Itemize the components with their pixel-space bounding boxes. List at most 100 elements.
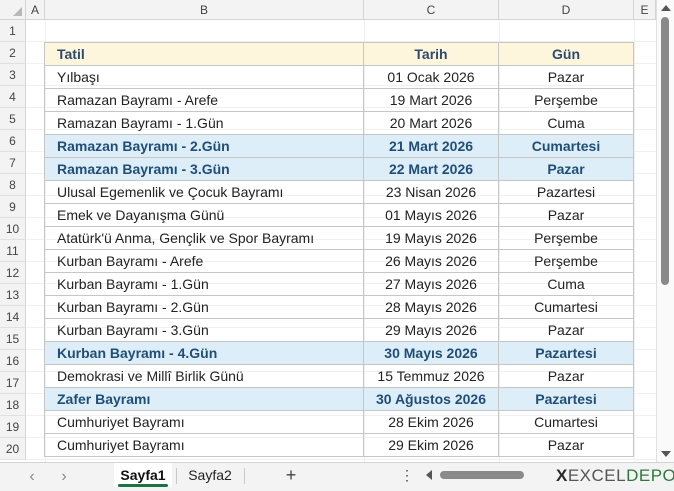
cell-gun[interactable]: Perşembe [498, 88, 634, 112]
row-header[interactable]: 14 [0, 306, 26, 328]
table-row: Ramazan Bayramı - Arefe 19 Mart 2026 Perşe… [44, 88, 634, 112]
cell-tarih[interactable]: 19 Mayıs 2026 [363, 226, 499, 250]
row-header[interactable]: 17 [0, 372, 26, 394]
row-header[interactable]: 1 [0, 20, 26, 42]
cell-tarih[interactable]: 30 Ağustos 2026 [363, 387, 499, 411]
cell-tarih[interactable]: 28 Ekim 2026 [363, 410, 499, 434]
row-header[interactable]: 5 [0, 108, 26, 130]
logo-x: X [556, 466, 568, 485]
row-header[interactable]: 3 [0, 64, 26, 86]
prev-sheet-icon[interactable]: ‹ [22, 467, 42, 487]
row-header[interactable]: 8 [0, 174, 26, 196]
cell-tarih[interactable]: 29 Mayıs 2026 [363, 318, 499, 342]
row-header[interactable]: 13 [0, 284, 26, 306]
cell-gun[interactable]: Pazar [498, 65, 634, 89]
cell-tatil[interactable]: Kurban Bayramı - 4.Gün [44, 341, 364, 365]
table-row: Kurban Bayramı - Arefe 26 Mayıs 2026 Perşe… [44, 249, 634, 273]
cell-gun[interactable]: Cumartesi [498, 134, 634, 158]
cell-tatil[interactable]: Ramazan Bayramı - 3.Gün [44, 157, 364, 181]
cell-gun[interactable]: Pazartesi [498, 387, 634, 411]
more-options-icon[interactable]: ⋮ [400, 465, 414, 485]
cell-tarih[interactable]: 01 Mayıs 2026 [363, 203, 499, 227]
cell-tarih[interactable]: 27 Mayıs 2026 [363, 272, 499, 296]
cell-tatil[interactable]: Atatürk'ü Anma, Gençlik ve Spor Bayramı [44, 226, 364, 250]
column-header-a[interactable]: A [26, 0, 45, 20]
cell-gun[interactable]: Pazar [498, 203, 634, 227]
cell-tarih[interactable]: 23 Nisan 2026 [363, 180, 499, 204]
cell-tarih[interactable]: 28 Mayıs 2026 [363, 295, 499, 319]
vertical-scrollbar[interactable] [656, 0, 674, 462]
next-sheet-icon[interactable]: › [54, 467, 74, 487]
cell-gun[interactable]: Perşembe [498, 249, 634, 273]
vertical-scroll-thumb[interactable] [661, 17, 669, 285]
logo-excel: EXCEL [567, 466, 627, 485]
logo-depo: DEPO [626, 466, 674, 485]
cell-gun[interactable]: Pazar [498, 364, 634, 388]
column-header-b[interactable]: B [45, 0, 364, 20]
row-header[interactable]: 10 [0, 218, 26, 240]
row-header[interactable]: 20 [0, 438, 26, 460]
cell-tatil[interactable]: Ramazan Bayramı - Arefe [44, 88, 364, 112]
row-header[interactable]: 12 [0, 262, 26, 284]
cell-gun[interactable]: Cuma [498, 272, 634, 296]
cell-gun[interactable]: Perşembe [498, 226, 634, 250]
scroll-down-icon[interactable] [661, 451, 671, 457]
scroll-up-icon[interactable] [661, 5, 671, 11]
cell-gun[interactable]: Cumartesi [498, 295, 634, 319]
cell-gun[interactable]: Pazar [498, 157, 634, 181]
cell-tatil[interactable]: Ulusal Egemenlik ve Çocuk Bayramı [44, 180, 364, 204]
cell-tatil[interactable]: Yılbaşı [44, 65, 364, 89]
header-cell-gun[interactable]: Gün [498, 42, 634, 66]
cell-tatil[interactable]: Zafer Bayramı [44, 387, 364, 411]
cell-tarih[interactable]: 26 Mayıs 2026 [363, 249, 499, 273]
cell-tatil[interactable]: Cumhuriyet Bayramı [44, 410, 364, 434]
row-header[interactable]: 15 [0, 328, 26, 350]
cell-tatil[interactable]: Emek ve Dayanışma Günü [44, 203, 364, 227]
table-row: Kurban Bayramı - 4.Gün 30 Mayıs 2026 Pazar… [44, 341, 634, 365]
cell-tatil[interactable]: Ramazan Bayramı - 2.Gün [44, 134, 364, 158]
cell-gun[interactable]: Pazar [498, 318, 634, 342]
cell-tarih[interactable]: 15 Temmuz 2026 [363, 364, 499, 388]
header-cell-tatil[interactable]: Tatil [44, 42, 364, 66]
cell-tatil[interactable]: Demokrasi ve Millî Birlik Günü [44, 364, 364, 388]
header-cell-tarih[interactable]: Tarih [363, 42, 499, 66]
column-header-d[interactable]: D [499, 0, 634, 20]
table-row: Emek ve Dayanışma Günü 01 Mayıs 2026 Pazar [44, 203, 634, 227]
row-header[interactable]: 4 [0, 86, 26, 108]
cell-tatil[interactable]: Ramazan Bayramı - 1.Gün [44, 111, 364, 135]
row-header[interactable]: 18 [0, 394, 26, 416]
cell-tarih[interactable]: 30 Mayıs 2026 [363, 341, 499, 365]
cell-tatil[interactable]: Cumhuriyet Bayramı [44, 433, 364, 457]
row-header[interactable]: 16 [0, 350, 26, 372]
cell-gun[interactable]: Pazartesi [498, 341, 634, 365]
cell-tarih[interactable]: 22 Mart 2026 [363, 157, 499, 181]
add-sheet-icon[interactable]: + [281, 465, 301, 485]
column-header-e[interactable]: E [634, 0, 656, 20]
row-header[interactable]: 11 [0, 240, 26, 262]
select-all-corner[interactable] [0, 0, 26, 20]
row-header[interactable]: 7 [0, 152, 26, 174]
row-header[interactable]: 19 [0, 416, 26, 438]
cell-tatil[interactable]: Kurban Bayramı - 3.Gün [44, 318, 364, 342]
cell-tarih[interactable]: 21 Mart 2026 [363, 134, 499, 158]
cell-gun[interactable]: Cumartesi [498, 410, 634, 434]
cell-tatil[interactable]: Kurban Bayramı - 1.Gün [44, 272, 364, 296]
row-header[interactable]: 9 [0, 196, 26, 218]
row-header[interactable]: 2 [0, 42, 26, 64]
cell-tatil[interactable]: Kurban Bayramı - 2.Gün [44, 295, 364, 319]
cell-gun[interactable]: Pazar [498, 433, 634, 457]
horizontal-scroll-thumb[interactable] [440, 471, 524, 479]
cell-tarih[interactable]: 20 Mart 2026 [363, 111, 499, 135]
column-header-c[interactable]: C [364, 0, 499, 20]
row-header[interactable]: 6 [0, 130, 26, 152]
table-row: Ramazan Bayramı - 2.Gün 21 Mart 2026 Cumar… [44, 134, 634, 158]
cell-tarih[interactable]: 29 Ekim 2026 [363, 433, 499, 457]
tab-sayfa2[interactable]: Sayfa2 [180, 463, 240, 487]
scroll-left-icon[interactable] [426, 470, 432, 480]
cell-tarih[interactable]: 01 Ocak 2026 [363, 65, 499, 89]
cell-gun[interactable]: Pazartesi [498, 180, 634, 204]
cell-gun[interactable]: Cuma [498, 111, 634, 135]
cell-tatil[interactable]: Kurban Bayramı - Arefe [44, 249, 364, 273]
tab-sayfa1[interactable]: Sayfa1 [114, 463, 172, 487]
cell-tarih[interactable]: 19 Mart 2026 [363, 88, 499, 112]
